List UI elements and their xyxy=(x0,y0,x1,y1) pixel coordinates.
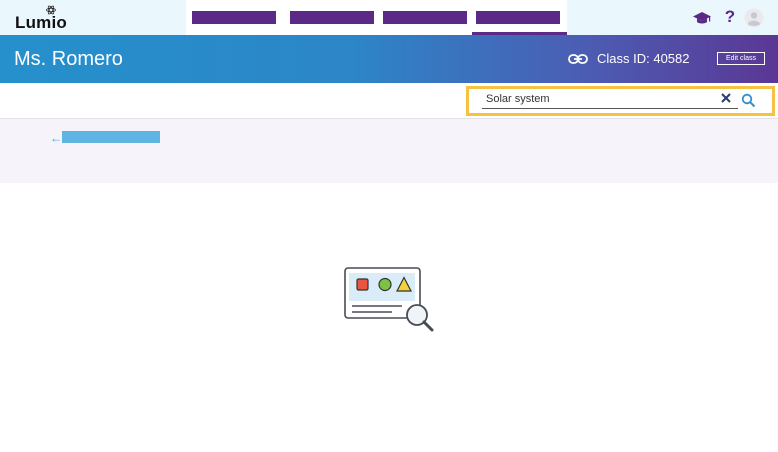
logo-text: Lumio xyxy=(15,13,67,32)
lumio-logo[interactable]: Lumio xyxy=(15,5,75,32)
class-id: Class ID: 40582 xyxy=(597,51,690,66)
user-avatar-icon[interactable] xyxy=(744,8,764,28)
breadcrumb-band: ← xyxy=(0,119,778,183)
no-results-illustration-icon xyxy=(344,267,434,332)
top-nav: Lumio ? xyxy=(0,0,778,35)
tab-1[interactable] xyxy=(192,11,276,24)
nav-tabs xyxy=(186,0,567,35)
back-arrow-icon[interactable]: ← xyxy=(50,131,62,145)
graduation-cap-icon[interactable] xyxy=(692,8,712,28)
edit-class-button[interactable]: Edit class xyxy=(717,52,765,65)
help-icon[interactable]: ? xyxy=(720,7,740,27)
page: Lumio ? Ms. Romero Class ID: 40582 Edit … xyxy=(0,0,778,452)
tab-4-active[interactable] xyxy=(476,11,560,24)
back-link[interactable] xyxy=(62,131,160,143)
search-input[interactable] xyxy=(482,89,738,109)
tab-3[interactable] xyxy=(383,11,467,24)
clear-icon[interactable] xyxy=(719,91,733,105)
search-row xyxy=(0,83,778,119)
teacher-name: Ms. Romero xyxy=(14,48,123,70)
tab-2[interactable] xyxy=(290,11,374,24)
link-icon[interactable] xyxy=(568,52,588,66)
class-header: Ms. Romero Class ID: 40582 Edit class xyxy=(0,35,778,83)
search-icon[interactable] xyxy=(741,93,756,108)
